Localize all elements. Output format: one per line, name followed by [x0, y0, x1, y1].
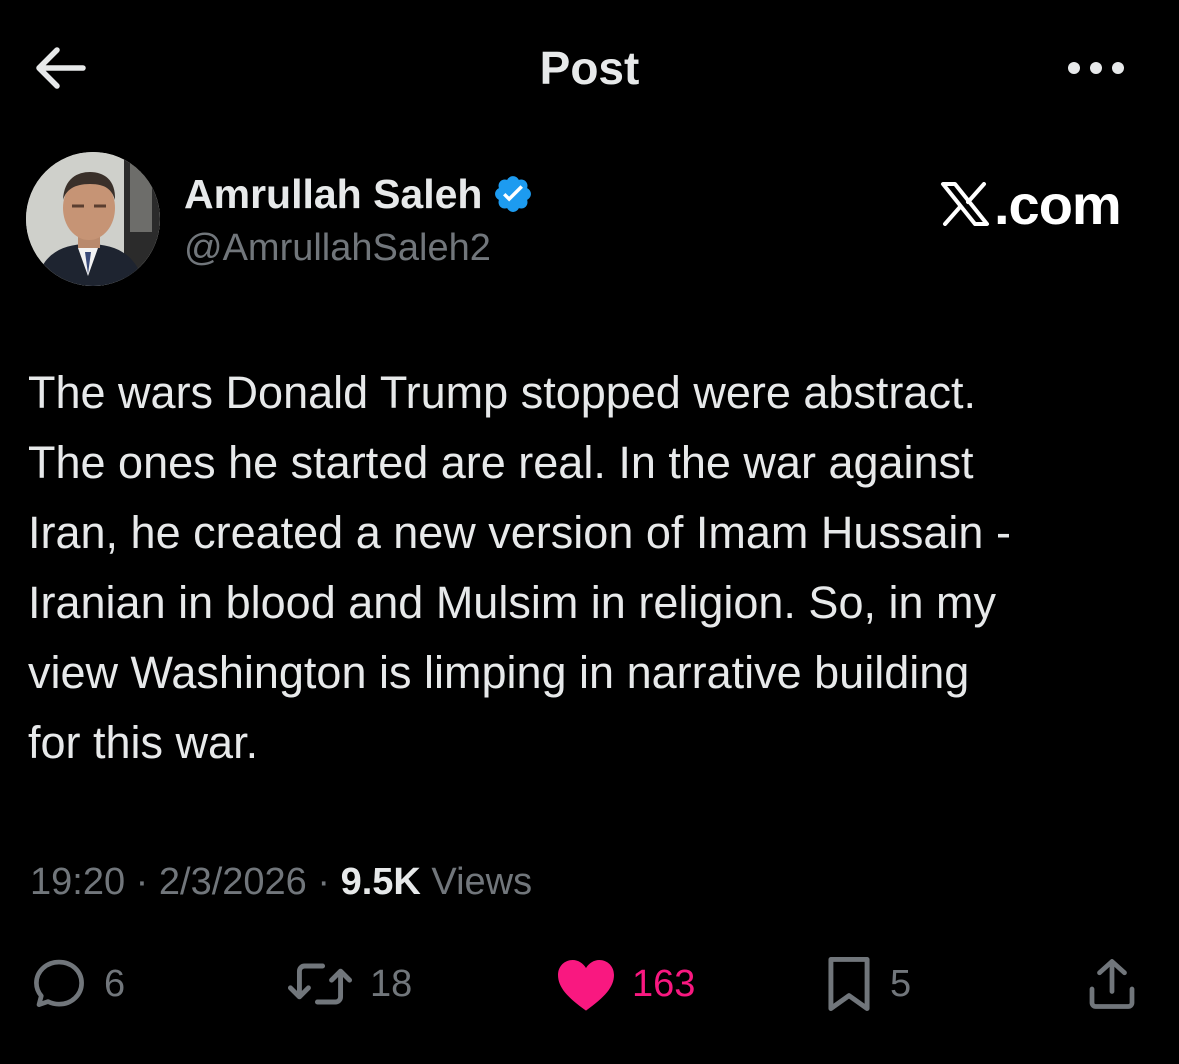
reply-count: 6	[104, 962, 126, 1005]
repost-icon	[287, 963, 353, 1005]
bookmark-count: 5	[890, 962, 912, 1005]
x-logo-icon	[941, 182, 989, 226]
action-bar: 6 18 163 5	[0, 948, 1179, 1020]
verified-badge-icon	[495, 176, 532, 212]
share-icon	[1089, 959, 1135, 1009]
avatar[interactable]	[26, 152, 160, 286]
share-button[interactable]	[1082, 948, 1142, 1020]
watermark-domain: .com	[994, 172, 1122, 236]
post-date[interactable]: 2/3/2026	[159, 861, 307, 903]
author-display-name[interactable]: Amrullah Saleh	[184, 171, 482, 218]
more-options-button[interactable]	[1058, 40, 1134, 96]
profile-photo	[26, 152, 160, 286]
like-button[interactable]: 163	[554, 948, 695, 1020]
top-bar: Post	[0, 0, 1179, 140]
meta-separator: ·	[125, 861, 159, 903]
views-label: Views	[420, 861, 533, 903]
author-handle[interactable]: @AmrullahSaleh2	[184, 224, 491, 272]
post-meta: 19:20 · 2/3/2026 · 9.5K Views	[30, 856, 532, 908]
author-name-row[interactable]: Amrullah Saleh	[184, 168, 534, 220]
views-count: 9.5K	[340, 861, 421, 903]
page-title: Post	[539, 42, 640, 94]
repost-button[interactable]: 18	[284, 948, 412, 1020]
reply-icon	[34, 959, 84, 1007]
reply-button[interactable]: 6	[28, 948, 125, 1020]
x-com-watermark: .com	[940, 172, 1122, 236]
post-text: The wars Donald Trump stopped were abstr…	[28, 367, 1011, 768]
repost-count: 18	[370, 962, 413, 1005]
heart-filled-icon	[558, 960, 614, 1011]
more-dots-icon	[1068, 62, 1124, 74]
post-time[interactable]: 19:20	[30, 861, 125, 903]
meta-separator: ·	[306, 861, 341, 903]
like-count: 163	[632, 962, 696, 1005]
bookmark-icon	[828, 957, 870, 1011]
bookmark-button[interactable]: 5	[822, 948, 911, 1020]
